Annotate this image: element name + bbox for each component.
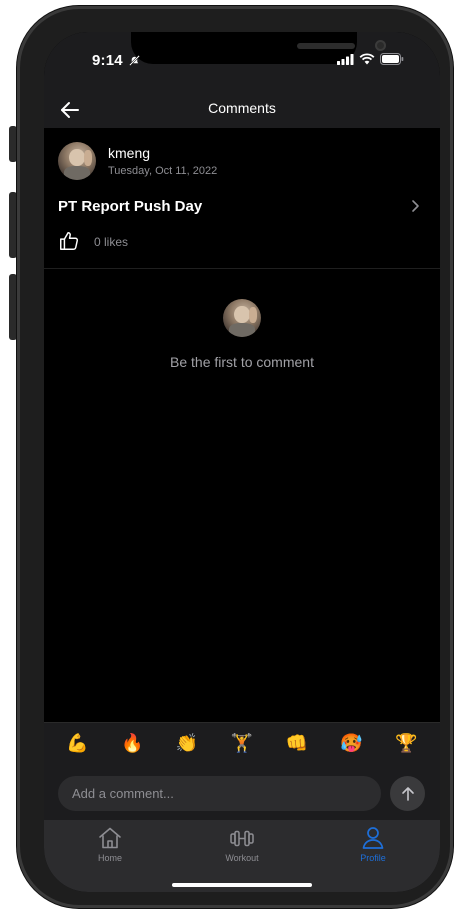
tab-profile-label: Profile <box>360 853 386 863</box>
tab-workout-label: Workout <box>225 853 259 863</box>
front-camera <box>375 40 386 51</box>
page-title: Comments <box>208 100 276 116</box>
dumbbell-icon <box>230 830 254 847</box>
person-icon <box>362 827 384 849</box>
tab-home[interactable]: Home <box>65 826 155 866</box>
volume-up-button <box>9 192 17 258</box>
send-button[interactable] <box>390 776 425 811</box>
post-date: Tuesday, Oct 11, 2022 <box>108 165 218 177</box>
home-indicator[interactable] <box>172 883 312 887</box>
speaker-grille <box>297 43 355 49</box>
device-stage: 9:14 Comments kmeng Tuesday, Oct 11, 202… <box>0 0 456 914</box>
status-icons <box>337 53 404 65</box>
post-title[interactable]: PT Report Push Day <box>58 198 202 215</box>
flexed-biceps-reaction[interactable]: 💪 <box>64 734 90 752</box>
notch <box>131 32 386 64</box>
cellular-signal-icon <box>337 53 354 65</box>
status-time: 9:14 <box>92 52 123 69</box>
tab-bar: Home Workout Profile <box>44 820 440 892</box>
empty-comments-message: Be the first to comment <box>170 354 314 370</box>
clapping-hands-reaction[interactable]: 👏 <box>174 734 200 752</box>
thumbs-up-icon[interactable] <box>58 230 80 252</box>
reaction-bar: 💪 🔥 👏 🏋️ 👊 🥵 🏆 <box>44 722 440 762</box>
app-screen: 9:14 Comments kmeng Tuesday, Oct 11, 202… <box>44 32 440 892</box>
wifi-icon <box>359 53 375 65</box>
avatar[interactable] <box>58 142 96 180</box>
comment-input[interactable] <box>58 776 381 811</box>
weightlifter-reaction[interactable]: 🏋️ <box>229 734 255 752</box>
status-bar: 9:14 <box>44 32 440 92</box>
trophy-reaction[interactable]: 🏆 <box>393 734 419 752</box>
volume-down-button <box>9 274 17 340</box>
current-user-avatar <box>223 299 261 337</box>
arrow-up-icon <box>401 786 414 801</box>
fire-reaction[interactable]: 🔥 <box>119 734 145 752</box>
tab-profile[interactable]: Profile <box>328 826 418 866</box>
chevron-right-icon[interactable] <box>410 198 422 214</box>
battery-icon <box>380 53 404 65</box>
fist-bump-reaction[interactable]: 👊 <box>284 734 310 752</box>
post-summary: kmeng Tuesday, Oct 11, 2022 PT Report Pu… <box>44 128 440 269</box>
likes-count: 0 likes <box>94 235 129 249</box>
home-icon <box>99 827 121 849</box>
tab-home-label: Home <box>97 853 122 863</box>
mute-switch <box>9 126 17 162</box>
bell-slash-icon <box>129 55 140 66</box>
comment-composer <box>44 762 440 820</box>
tab-workout[interactable]: Workout <box>197 826 287 866</box>
nav-header: Comments <box>44 92 440 128</box>
author-name[interactable]: kmeng <box>108 145 150 161</box>
hot-face-reaction[interactable]: 🥵 <box>339 734 365 752</box>
